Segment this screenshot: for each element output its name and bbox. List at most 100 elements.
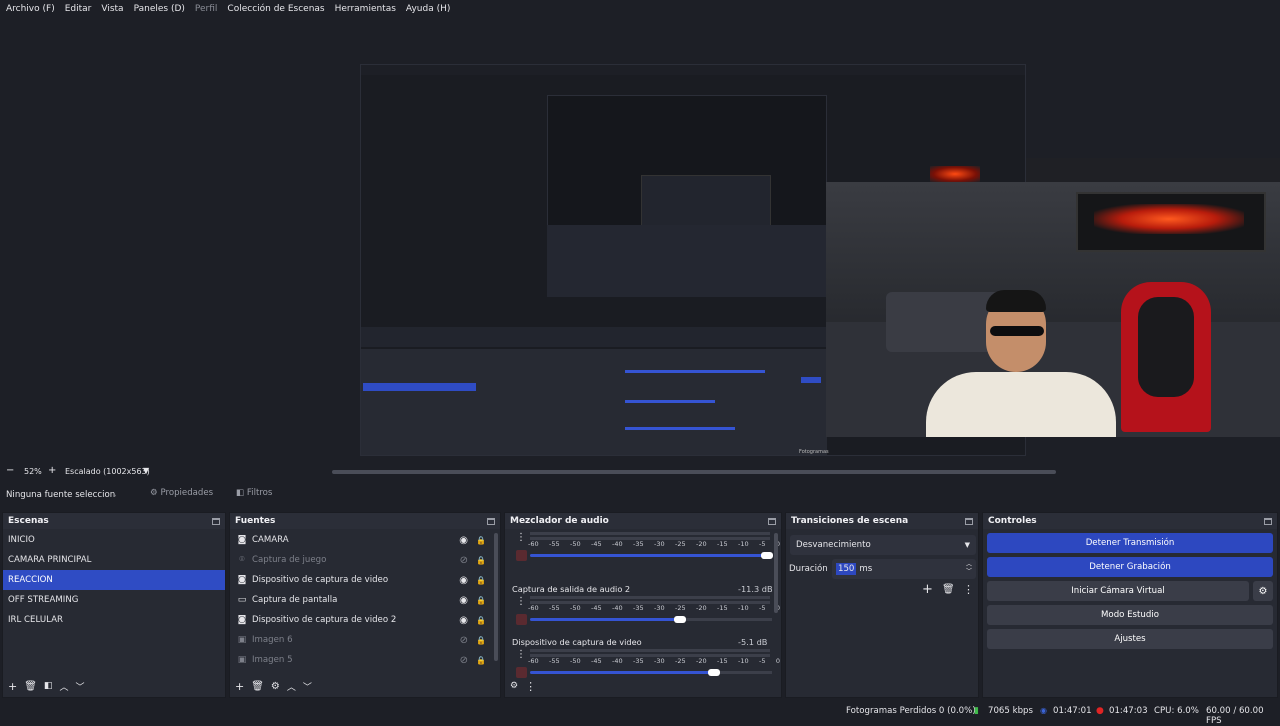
spin-arrows-icon[interactable]: ︿ ﹀ — [966, 561, 972, 575]
eye-icon[interactable]: ◉ — [459, 595, 468, 606]
chevron-up-icon[interactable]: ︿ — [287, 680, 296, 693]
scene-item-irl-celular[interactable]: IRL CELULAR — [3, 610, 225, 630]
add-icon[interactable]: + — [8, 680, 17, 693]
mixer-settings-icon[interactable]: ⚙ — [510, 681, 518, 691]
lock-icon[interactable]: 🔒 — [476, 536, 486, 545]
undock-icon[interactable] — [487, 517, 495, 525]
scene-item-inicio[interactable]: INICIO — [3, 530, 225, 550]
duration-input[interactable]: 150 ms ︿ ﹀ — [832, 559, 976, 579]
menu-perfil[interactable]: Perfil — [195, 4, 218, 14]
preview-canvas[interactable]: Fotogramas — [0, 18, 1280, 464]
menu-ayuda[interactable]: Ayuda (H) — [406, 4, 450, 14]
undock-icon[interactable] — [212, 517, 220, 525]
lock-icon[interactable]: 🔒 — [476, 556, 486, 565]
source-item[interactable]: ▣ Imagen 5 ⊘ 🔒 — [230, 650, 500, 670]
volume-slider[interactable] — [530, 554, 767, 557]
more-options-icon[interactable]: ⋮ — [963, 583, 974, 596]
scene-item-off-streaming[interactable]: OFF STREAMING — [3, 590, 225, 610]
menu-editar[interactable]: Editar — [65, 4, 92, 14]
menu-coleccion[interactable]: Colección de Escenas — [227, 4, 324, 14]
mute-icon[interactable] — [516, 550, 527, 561]
undock-icon[interactable] — [1264, 517, 1272, 525]
gear-icon[interactable]: ⚙ — [271, 681, 280, 692]
eye-icon[interactable]: ◉ — [459, 575, 468, 586]
trash-icon[interactable]: 🗑 — [24, 681, 37, 692]
chevron-up-icon[interactable]: ︿ — [59, 680, 68, 693]
zoom-in-button[interactable]: + — [48, 465, 56, 476]
source-item[interactable]: ▭ Captura de pantalla ◉ 🔒 — [230, 590, 500, 610]
more-options-icon[interactable]: ⋮ — [525, 680, 536, 693]
source-item[interactable]: ◙ Dispositivo de captura de video ◉ 🔒 — [230, 570, 500, 590]
meter-tick: -60 — [528, 604, 539, 612]
volume-slider-handle[interactable] — [761, 552, 773, 559]
volume-slider[interactable] — [530, 671, 714, 674]
stop-stream-button[interactable]: Detener Transmisión — [987, 533, 1273, 553]
lock-icon[interactable]: 🔒 — [476, 656, 486, 665]
source-item[interactable]: ⌾ Captura de juego ⊘ 🔒 — [230, 550, 500, 570]
mute-icon[interactable] — [516, 614, 527, 625]
trash-icon[interactable]: 🗑 — [942, 584, 955, 595]
stop-recording-button[interactable]: Detener Grabación — [987, 557, 1273, 577]
source-label: Dispositivo de captura de video — [252, 575, 389, 585]
filter-icon[interactable]: ◧ — [44, 681, 53, 691]
source-label: Imagen 6 — [252, 635, 293, 645]
filters-button[interactable]: ◧ Filtros — [236, 488, 272, 498]
eye-hidden-icon[interactable]: ⊘ — [460, 555, 468, 566]
source-item[interactable]: ◙ Dispositivo de captura de video 2 ◉ 🔒 — [230, 610, 500, 630]
meter-tick: -30 — [654, 540, 665, 548]
lock-icon[interactable]: 🔒 — [476, 636, 486, 645]
eye-hidden-icon[interactable]: ⊘ — [460, 635, 468, 646]
meter-tick: -45 — [591, 540, 602, 548]
lock-icon[interactable]: 🔒 — [476, 616, 486, 625]
mixer-scrollbar[interactable] — [774, 533, 778, 613]
add-transition-icon[interactable]: + — [922, 582, 933, 597]
meter-tick: -30 — [654, 604, 665, 612]
trash-icon[interactable]: 🗑 — [251, 681, 264, 692]
undock-icon[interactable] — [768, 517, 776, 525]
zoom-out-button[interactable]: − — [6, 465, 14, 476]
scale-dropdown-icon[interactable]: ▼ — [143, 466, 149, 475]
virtual-camera-settings-button[interactable]: ⚙ — [1253, 581, 1273, 601]
settings-button[interactable]: Ajustes — [987, 629, 1273, 649]
meter-tick: -5 — [759, 540, 766, 548]
volume-slider[interactable] — [530, 618, 680, 621]
eye-hidden-icon[interactable]: ⊘ — [460, 655, 468, 666]
more-options-icon[interactable]: ⋮ — [516, 532, 526, 543]
preview-toolbar: − 52% + Escalado (1002x563) ▼ — [0, 464, 1280, 480]
menu-vista[interactable]: Vista — [101, 4, 123, 14]
add-icon[interactable]: + — [235, 680, 244, 693]
start-virtual-camera-button[interactable]: Iniciar Cámara Virtual — [987, 581, 1249, 601]
menu-archivo[interactable]: Archivo (F) — [6, 4, 55, 14]
more-options-icon[interactable]: ⋮ — [516, 596, 526, 607]
status-bar: Fotogramas Perdidos 0 (0.0%) ▮ 7065 kbps… — [0, 700, 1280, 726]
menu-herramientas[interactable]: Herramientas — [335, 4, 396, 14]
channel-name: Dispositivo de captura de video — [512, 637, 642, 647]
menu-paneles[interactable]: Paneles (D) — [134, 4, 185, 14]
lock-icon[interactable]: 🔒 — [476, 596, 486, 605]
sources-scrollbar[interactable] — [494, 533, 498, 661]
sources-list: ◙ CAMARA ◉ 🔒 ⌾ Captura de juego ⊘ 🔒 ◙ Dispositi… — [230, 529, 500, 670]
meter-tick: -15 — [717, 540, 728, 548]
transition-type: Desvanecimiento — [796, 540, 871, 550]
eye-icon[interactable]: ◉ — [459, 535, 468, 546]
transition-select[interactable]: Desvanecimiento ▼ — [790, 535, 976, 555]
meter-tick: -35 — [633, 540, 644, 548]
volume-slider-track — [680, 618, 772, 621]
more-options-icon[interactable]: ⋮ — [516, 649, 526, 660]
source-toolbar: Ninguna fuente seleccionada ⚙ Propiedade… — [0, 482, 1280, 508]
volume-slider-handle[interactable] — [674, 616, 686, 623]
eye-icon[interactable]: ◉ — [459, 615, 468, 626]
studio-mode-button[interactable]: Modo Estudio — [987, 605, 1273, 625]
horizontal-scrollbar[interactable] — [332, 470, 1056, 474]
scene-item-reaccion[interactable]: REACCION — [3, 570, 225, 590]
chevron-down-icon[interactable]: ﹀ — [303, 680, 312, 693]
lock-icon[interactable]: 🔒 — [476, 576, 486, 585]
undock-icon[interactable] — [965, 517, 973, 525]
meter-tick: -50 — [570, 657, 581, 665]
scene-item-camara-principal[interactable]: CAMARA PRINCIPAL — [3, 550, 225, 570]
properties-button[interactable]: ⚙ Propiedades — [150, 488, 213, 498]
chevron-down-icon[interactable]: ﹀ — [75, 680, 84, 693]
camera-icon: ◙ — [237, 615, 247, 625]
source-item[interactable]: ▣ Imagen 6 ⊘ 🔒 — [230, 630, 500, 650]
source-item[interactable]: ◙ CAMARA ◉ 🔒 — [230, 530, 500, 550]
